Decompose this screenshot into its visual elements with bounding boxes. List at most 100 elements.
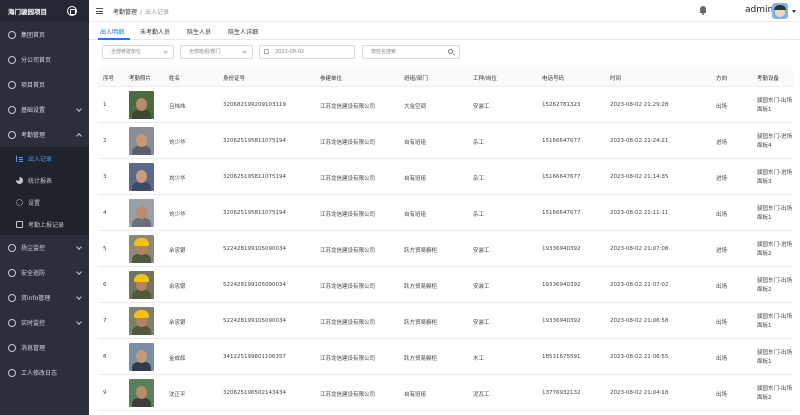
- sidebar-subitem[interactable]: 出入记录: [0, 147, 89, 169]
- tab-stranger[interactable]: 陪生人员: [187, 27, 211, 36]
- tabs-bar: 出入明细 未考勤人员 陪生人员 陪生人详细: [89, 22, 800, 40]
- project-switch-icon[interactable]: [67, 6, 77, 16]
- table-row[interactable]: 7 余忠银 522428199105090034 江苏龙信建设有限公司 跃方贸易橱柜 安装…: [98, 303, 793, 339]
- date-picker-value: 2023-08-02: [275, 49, 305, 55]
- name-search-input[interactable]: 按姓名搜索: [362, 45, 460, 59]
- sidebar-subitem[interactable]: 设置: [0, 191, 89, 213]
- column-header: 考勤照片: [129, 76, 152, 82]
- column-header: 序号: [103, 76, 115, 82]
- table-row[interactable]: 8 金成辉 341225199801106357 江苏龙信建设有限公司 跃方贸易橱柜 木工…: [98, 339, 793, 375]
- column-header: 身份证号: [223, 76, 246, 82]
- avatar[interactable]: [772, 3, 788, 19]
- circle-icon: [8, 55, 16, 64]
- attendance-photo[interactable]: [129, 307, 154, 335]
- attendance-photo[interactable]: [129, 91, 154, 119]
- cell-team: 跃方贸易橱柜: [404, 284, 438, 290]
- caret-down-icon[interactable]: [792, 10, 796, 13]
- cell-phone: 13776932132: [542, 390, 581, 396]
- column-header: 班组/部门: [404, 76, 428, 82]
- column-header: 参建单位: [320, 76, 343, 82]
- cell-phone: 19336940392: [542, 246, 581, 252]
- cell-team: 大金空调: [404, 104, 427, 110]
- cell-device: 骏园东门-出场面板1: [757, 98, 792, 113]
- cell-unit: 江苏龙信建设有限公司: [320, 284, 376, 290]
- date-picker[interactable]: 2023-08-02: [259, 45, 355, 59]
- attendance-photo[interactable]: [129, 379, 154, 407]
- team-select[interactable]: 全部班组/部门: [180, 45, 253, 59]
- sidebar-item-label: 扬尘监控: [21, 245, 46, 252]
- attendance-photo[interactable]: [129, 127, 154, 155]
- sidebar-item[interactable]: 实时监控: [0, 310, 89, 335]
- sidebar-item[interactable]: 项目首页: [0, 72, 89, 97]
- search-icon[interactable]: [448, 49, 453, 54]
- cell-id-number: 341225199801106357: [223, 354, 286, 360]
- cell-job: 杂工: [473, 212, 485, 218]
- cell-name: 余忠银: [169, 284, 186, 290]
- table-row[interactable]: 4 刘少华 320625195811075194 江苏龙信建设有限公司 自有班组 杂工 15…: [98, 195, 793, 231]
- sidebar-item[interactable]: 安全巡防: [0, 260, 89, 285]
- cell-id-number: 522428199105090034: [223, 318, 286, 324]
- unit-select[interactable]: 全部参建单位: [102, 45, 174, 59]
- attendance-photo[interactable]: [129, 235, 154, 263]
- cell-unit: 江苏龙信建设有限公司: [320, 140, 376, 146]
- sidebar-item[interactable]: 考勤管理: [0, 122, 89, 147]
- sidebar-item[interactable]: 工人修改日志: [0, 360, 89, 385]
- user-name[interactable]: admin: [745, 5, 773, 15]
- sidebar-item[interactable]: 集团首页: [0, 22, 89, 47]
- sidebar-item-label: 工人修改日志: [21, 370, 58, 377]
- cell-id-number: 320625195811075194: [223, 138, 286, 144]
- sidebar-item[interactable]: 分公司首页: [0, 47, 89, 72]
- cell-index: 5: [103, 246, 107, 252]
- cell-index: 3: [103, 174, 107, 180]
- attendance-photo[interactable]: [129, 163, 154, 191]
- cell-name: 刘少华: [169, 140, 186, 146]
- cell-direction: 进场: [716, 140, 728, 146]
- sidebar-item[interactable]: 资info管理: [0, 285, 89, 310]
- sidebar-item[interactable]: 消息管理: [0, 335, 89, 360]
- hamburger-icon[interactable]: [96, 8, 103, 14]
- column-header: 电话号码: [542, 76, 565, 82]
- tab-stranger-detail[interactable]: 陪生人详细: [228, 27, 258, 36]
- breadcrumb-item-1[interactable]: 考勤管理: [113, 9, 137, 16]
- cell-device: 骏园东门-进场面板3: [757, 170, 792, 185]
- attendance-photo[interactable]: [129, 199, 154, 227]
- cell-job: 安装工: [473, 248, 490, 254]
- cell-index: 1: [103, 102, 107, 108]
- table-row[interactable]: 3 刘少华 320625195811075194 江苏龙信建设有限公司 自有班组 杂工 15…: [98, 159, 793, 195]
- cell-id-number: 320625196502143434: [223, 390, 286, 396]
- sidebar-item-label: 资info管理: [21, 295, 51, 302]
- cell-time: 2023-08-02 21:06:55: [610, 354, 669, 360]
- document-icon: [16, 220, 23, 228]
- circle-icon: [8, 243, 16, 252]
- cell-device: 骏园东门-进场面板2: [757, 242, 792, 257]
- table-row[interactable]: 9 沈正平 320625196502143434 江苏龙信建设有限公司 自有班组 泥瓦工 1…: [98, 375, 793, 411]
- table-row[interactable]: 1 吕炜炜 320682199209103119 江苏龙信建设有限公司 大金空调 安装工 1…: [98, 87, 793, 123]
- cell-name: 刘少华: [169, 176, 186, 182]
- sidebar-subitem-label: 考勤上报记录: [28, 221, 65, 229]
- attendance-photo[interactable]: [129, 343, 154, 371]
- tab-entry-detail[interactable]: 出入明细: [100, 27, 124, 36]
- sidebar-item[interactable]: 扬尘监控: [0, 235, 89, 260]
- table-row[interactable]: 2 刘少华 320625195811075194 江苏龙信建设有限公司 自有班组 杂工 15…: [98, 123, 793, 159]
- sidebar-item[interactable]: 基础设置: [0, 97, 89, 122]
- sidebar-subitem[interactable]: 统计报表: [0, 169, 89, 191]
- cell-time: 2023-08-02 21:11:11: [610, 210, 669, 216]
- column-header: 工种/岗位: [473, 76, 497, 82]
- column-header: 姓名: [169, 76, 181, 82]
- cell-time: 2023-08-02 21:29:28: [610, 102, 669, 108]
- bell-icon[interactable]: [699, 6, 707, 15]
- sidebar-subitem[interactable]: 考勤上报记录: [0, 213, 89, 235]
- table-header: 序号 考勤照片 姓名 身份证号 参建单位 班组/部门 工种/岗位 电话号码 时间 方向 考勤设备: [98, 67, 793, 87]
- records-table: 序号 考勤照片 姓名 身份证号 参建单位 班组/部门 工种/岗位 电话号码 时间 方向 考勤设备 1…: [98, 67, 793, 415]
- cell-direction: 出场: [716, 392, 728, 398]
- cell-time: 2023-08-02 21:06:58: [610, 318, 669, 324]
- circle-icon: [8, 80, 16, 89]
- cell-job: 泥瓦工: [473, 392, 490, 398]
- sidebar-item-label: 集团首页: [21, 32, 46, 39]
- cell-index: 2: [103, 138, 107, 144]
- tab-no-attendance[interactable]: 未考勤人员: [140, 27, 170, 36]
- table-row[interactable]: 6 余忠银 522428199105090034 江苏龙信建设有限公司 跃方贸易橱柜 安装…: [98, 267, 793, 303]
- active-tab-indicator: [98, 38, 130, 40]
- table-row[interactable]: 5 余忠银 522428199105090034 江苏龙信建设有限公司 跃方贸易橱柜 安装…: [98, 231, 793, 267]
- attendance-photo[interactable]: [129, 271, 154, 299]
